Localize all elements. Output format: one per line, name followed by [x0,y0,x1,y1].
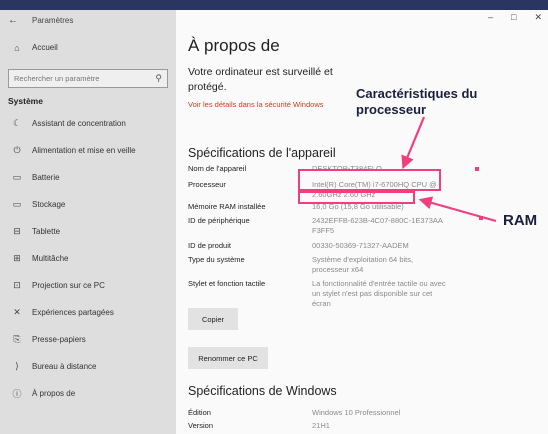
ram-arrow [418,196,497,223]
cpu-arrow [401,116,426,170]
annotation-arrows [401,116,497,223]
